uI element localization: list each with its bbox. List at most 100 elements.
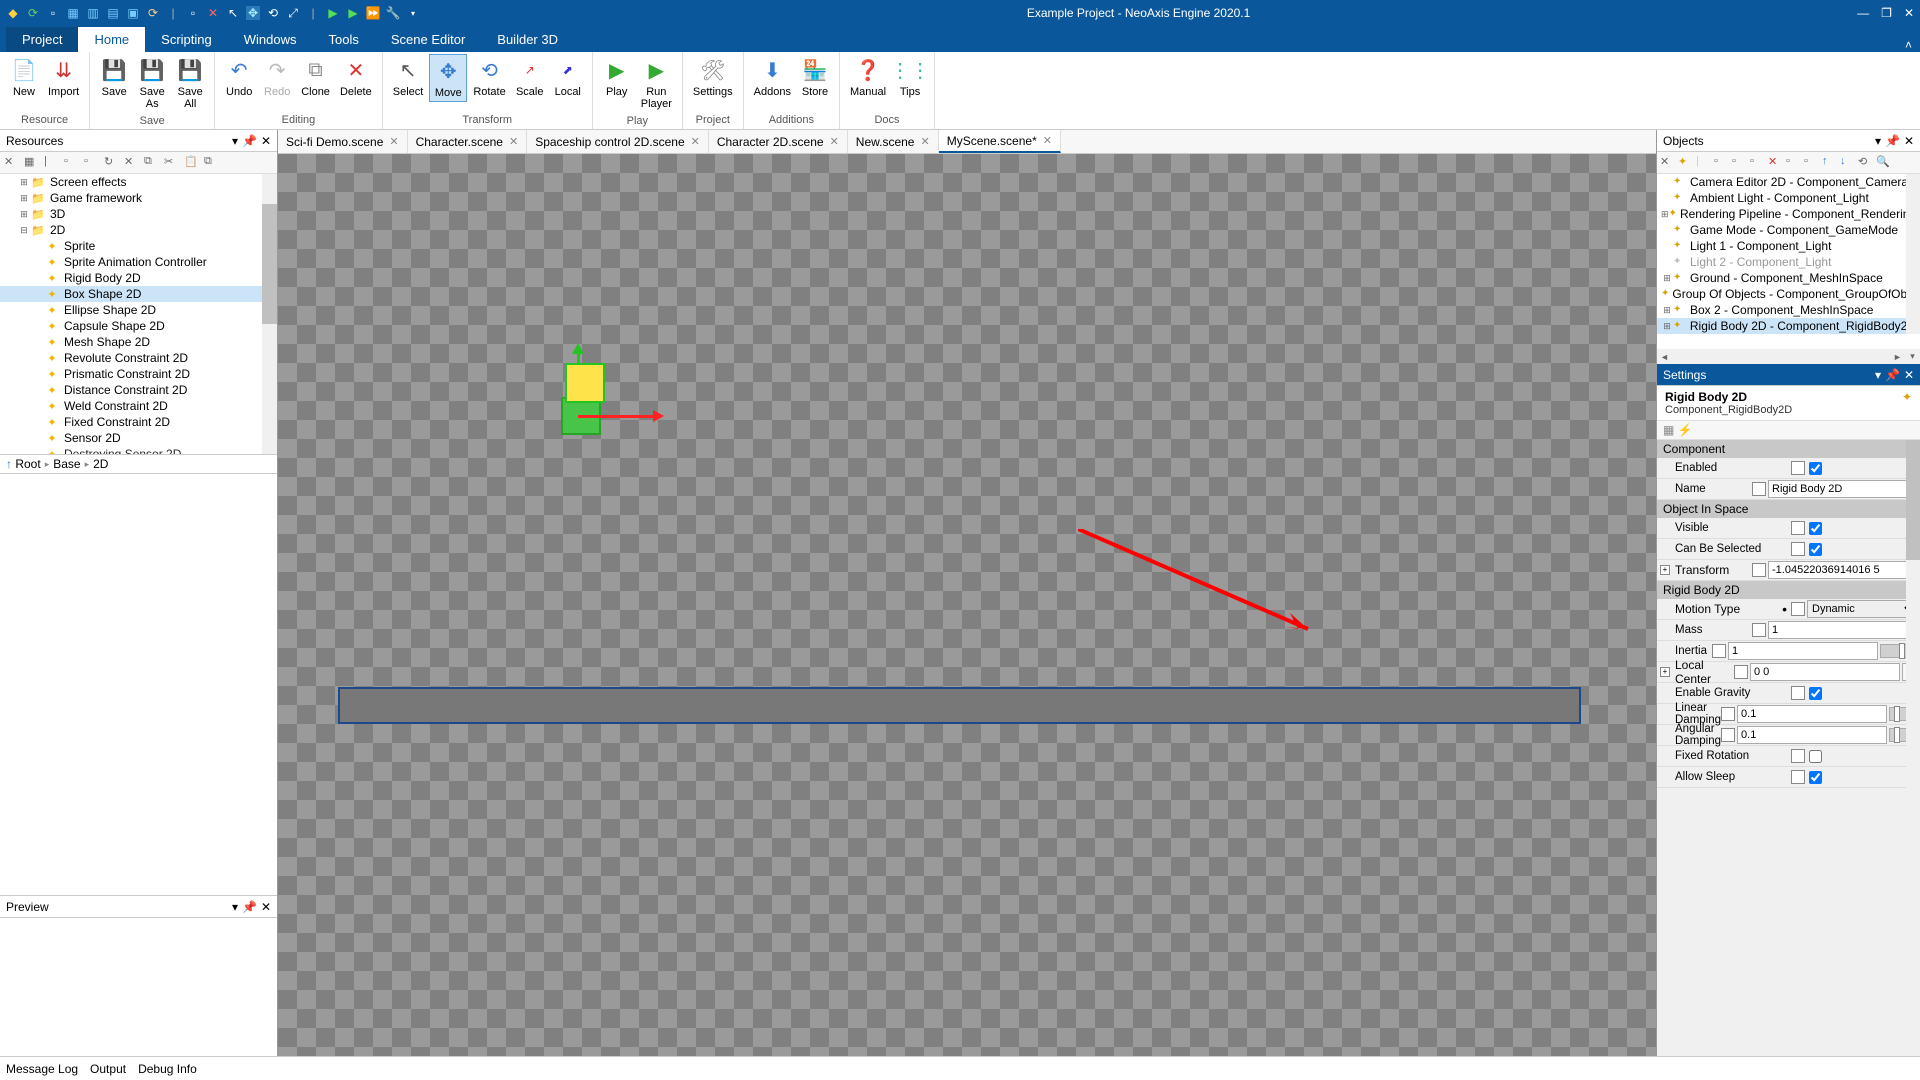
scrollbar[interactable] xyxy=(262,174,277,454)
close-icon[interactable]: ✕ xyxy=(1043,134,1052,147)
tool-icon[interactable]: ▫ xyxy=(1750,155,1765,170)
allowsleep-checkbox[interactable] xyxy=(1809,771,1822,784)
tool-icon[interactable]: ✕ xyxy=(4,155,20,171)
tool-icon[interactable]: ✕ xyxy=(124,155,140,171)
doc-tab[interactable]: Sci-fi Demo.scene✕ xyxy=(278,130,408,153)
run-icon[interactable]: ▶ xyxy=(346,6,360,20)
pin-icon[interactable]: 📌 xyxy=(242,134,257,148)
scale-icon[interactable]: ⤢ xyxy=(286,6,300,20)
doc-tab-active[interactable]: MyScene.scene*✕ xyxy=(939,130,1061,153)
h-scrollbar[interactable]: ◄►▾ xyxy=(1657,349,1920,364)
minimize-icon[interactable]: — xyxy=(1857,6,1869,20)
move-icon[interactable]: ✥ xyxy=(246,6,260,20)
expand-icon[interactable]: + xyxy=(1660,667,1670,677)
motion-type-select[interactable]: Dynamic xyxy=(1807,600,1918,618)
tool-icon[interactable]: ▫ xyxy=(84,155,100,171)
visible-checkbox[interactable] xyxy=(1809,522,1822,535)
name-input[interactable] xyxy=(1768,480,1918,498)
doc-tab[interactable]: New.scene✕ xyxy=(848,130,939,153)
tool-icon[interactable]: ↑ xyxy=(1822,155,1837,170)
qa-icon[interactable]: ▤ xyxy=(106,6,120,20)
qa-icon[interactable]: ▥ xyxy=(86,6,100,20)
close-icon[interactable]: ✕ xyxy=(691,135,700,148)
fast-icon[interactable]: ⏩ xyxy=(366,6,380,20)
select-button[interactable]: ↖Select xyxy=(389,54,428,102)
search-icon[interactable]: 🔍 xyxy=(1876,155,1891,170)
maximize-icon[interactable]: ❐ xyxy=(1881,6,1892,20)
tool-icon[interactable]: ↻ xyxy=(104,155,120,171)
tool-icon[interactable]: ✦ xyxy=(1678,155,1693,170)
panel-opt-icon[interactable]: ▾ xyxy=(232,900,238,914)
close-icon[interactable]: ✕ xyxy=(389,135,398,148)
tool-icon[interactable]: ⧉ xyxy=(204,155,220,171)
localcenter-input[interactable] xyxy=(1750,663,1900,681)
tips-button[interactable]: ⋮⋮Tips xyxy=(892,54,928,100)
tab-scene-editor[interactable]: Scene Editor xyxy=(375,27,481,52)
tool-icon[interactable]: ⚡ xyxy=(1678,423,1693,437)
tool-icon[interactable]: ✂ xyxy=(164,155,180,171)
pin-icon[interactable]: 📌 xyxy=(1885,134,1900,148)
tab-builder-3d[interactable]: Builder 3D xyxy=(481,27,574,52)
store-button[interactable]: 🏪Store xyxy=(797,54,833,100)
close-icon[interactable]: ✕ xyxy=(830,135,839,148)
qa-icon[interactable]: ▦ xyxy=(66,6,80,20)
pin-icon[interactable]: 📌 xyxy=(242,900,257,914)
objects-tree[interactable]: ✦Camera Editor 2D - Component_Camera ✦Am… xyxy=(1657,174,1920,349)
addons-button[interactable]: ⬇Addons xyxy=(750,54,795,100)
scene-viewport[interactable] xyxy=(278,154,1656,1056)
undo-button[interactable]: ↶Undo xyxy=(221,54,257,100)
settings-button[interactable]: 🛠Settings xyxy=(689,54,737,100)
gizmo-x-axis[interactable] xyxy=(578,415,660,418)
qa-icon[interactable]: ⟳ xyxy=(146,6,160,20)
tool-icon[interactable]: ▦ xyxy=(24,155,40,171)
play-button[interactable]: ▶Play xyxy=(599,54,635,112)
status-tab[interactable]: Debug Info xyxy=(138,1062,197,1076)
qa-icon[interactable]: ✕ xyxy=(206,6,220,20)
pin-icon[interactable]: 📌 xyxy=(1885,368,1900,382)
clone-button[interactable]: ⧉Clone xyxy=(297,54,334,100)
ribbon-collapse-icon[interactable]: ˄ xyxy=(1897,38,1920,52)
tool-icon[interactable]: ↓ xyxy=(1840,155,1855,170)
gravity-checkbox[interactable] xyxy=(1809,687,1822,700)
move-button[interactable]: ✥Move xyxy=(429,54,467,102)
scrollbar[interactable] xyxy=(1906,174,1920,334)
refresh-icon[interactable]: ⟳ xyxy=(26,6,40,20)
tool-icon[interactable]: ▫ xyxy=(1786,155,1801,170)
panel-opt-icon[interactable]: ▾ xyxy=(232,134,238,148)
panel-opt-icon[interactable]: ▾ xyxy=(1875,134,1881,148)
tool-icon[interactable]: ✕ xyxy=(1660,155,1675,170)
tool-icon[interactable]: ⧉ xyxy=(144,155,160,171)
tab-windows[interactable]: Windows xyxy=(228,27,313,52)
redo-button[interactable]: ↷Redo xyxy=(259,54,295,100)
tab-tools[interactable]: Tools xyxy=(312,27,374,52)
import-button[interactable]: ⇊Import xyxy=(44,54,83,100)
play-icon[interactable]: ▶ xyxy=(326,6,340,20)
status-tab[interactable]: Message Log xyxy=(6,1062,78,1076)
breadcrumb-item[interactable]: Root xyxy=(15,457,40,471)
mass-input[interactable] xyxy=(1768,621,1918,639)
scale-button[interactable]: ↗Scale xyxy=(512,54,548,102)
tool-icon[interactable]: 📋 xyxy=(184,155,200,171)
run-player-button[interactable]: ▶Run Player xyxy=(637,54,676,112)
status-tab[interactable]: Output xyxy=(90,1062,126,1076)
close-icon[interactable]: ✕ xyxy=(1904,368,1914,382)
breadcrumb-item[interactable]: 2D xyxy=(93,457,108,471)
tool-icon[interactable]: ▫ xyxy=(64,155,80,171)
doc-tab[interactable]: Character.scene✕ xyxy=(408,130,528,153)
tool-icon[interactable]: ⟲ xyxy=(1858,155,1873,170)
expand-icon[interactable]: + xyxy=(1660,565,1670,575)
close-icon[interactable]: ✕ xyxy=(1904,6,1914,20)
panel-opt-icon[interactable]: ▾ xyxy=(1875,368,1881,382)
close-icon[interactable]: ✕ xyxy=(1904,134,1914,148)
wrench-icon[interactable]: 🔧 xyxy=(386,6,400,20)
new-doc-icon[interactable]: ▫ xyxy=(46,6,60,20)
dropdown-icon[interactable]: ▾ xyxy=(406,6,420,20)
inertia-input[interactable] xyxy=(1728,642,1878,660)
tool-icon[interactable]: ▫ xyxy=(1804,155,1819,170)
close-icon[interactable]: ✕ xyxy=(261,900,271,914)
new-button[interactable]: 📄New xyxy=(6,54,42,100)
delete-button[interactable]: ✕Delete xyxy=(336,54,376,100)
property-grid[interactable]: Component Enabled Name Object In Space V… xyxy=(1657,440,1920,1056)
save-all-button[interactable]: 💾Save All xyxy=(172,54,208,112)
ground-object[interactable] xyxy=(338,687,1581,724)
